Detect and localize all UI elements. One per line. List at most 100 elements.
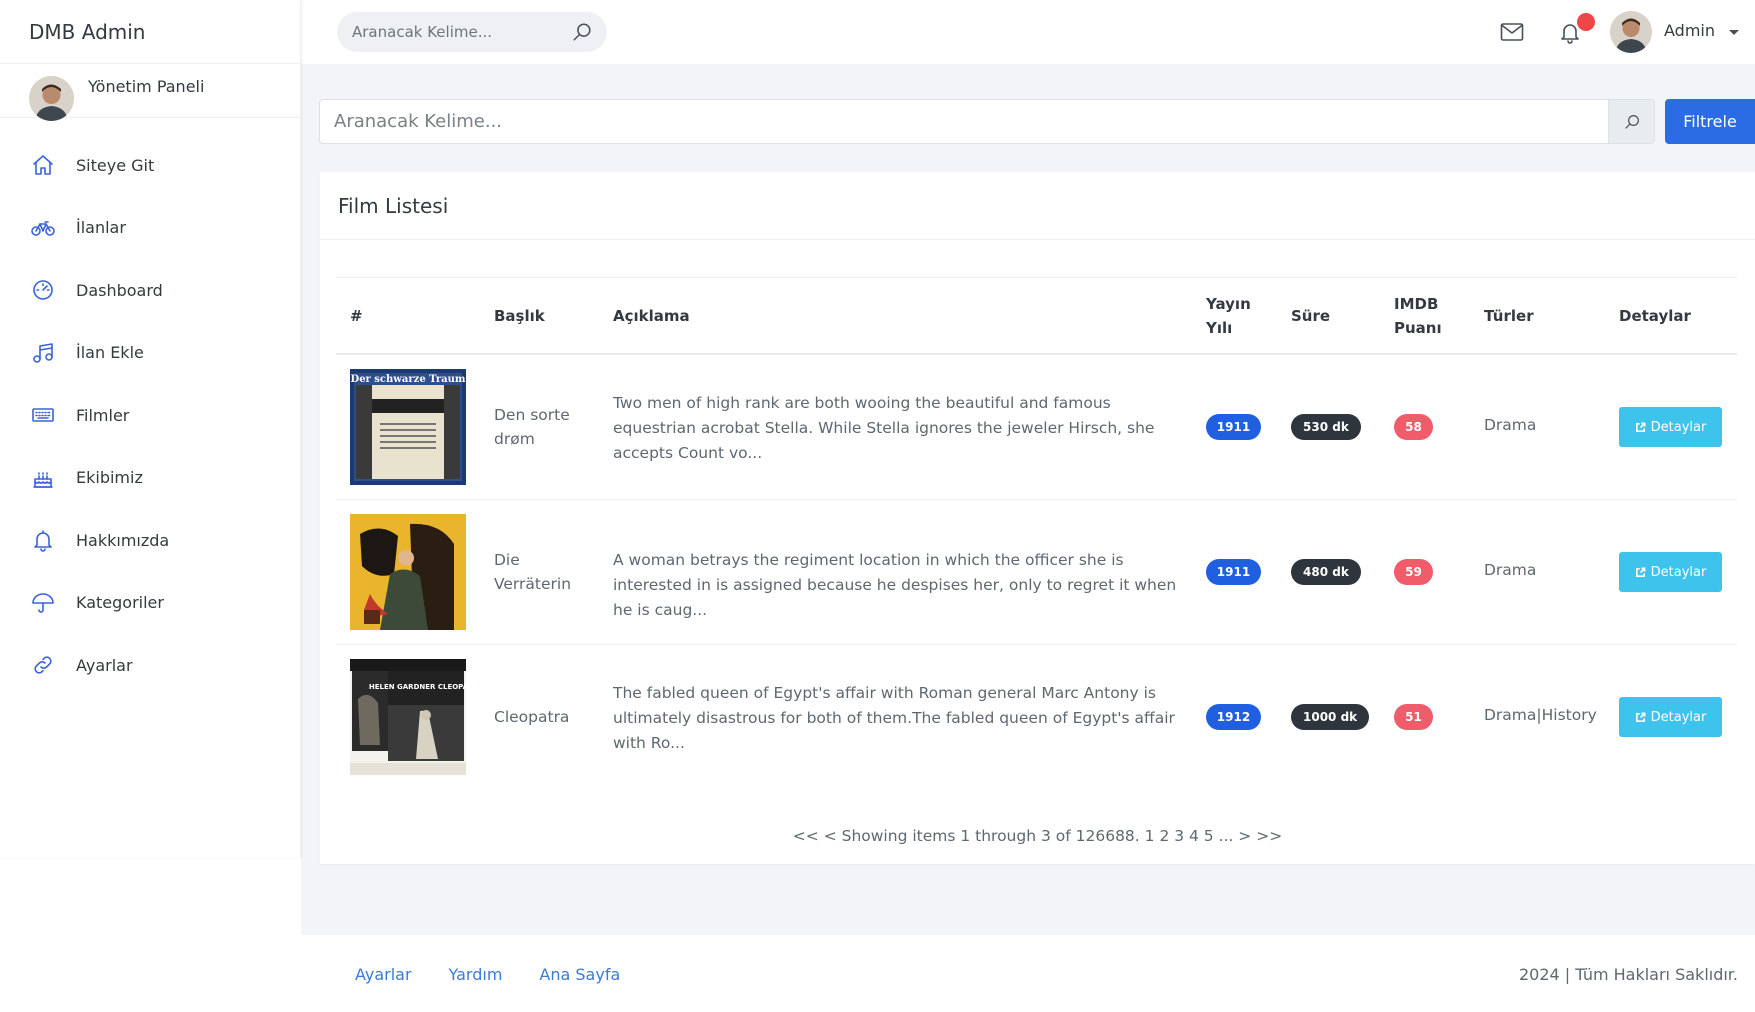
- movie-poster: HELEN GARDNER CLEOPATRA: [350, 659, 466, 775]
- sidebar-item-ilanlar[interactable]: İlanlar: [0, 197, 300, 260]
- duration-badge: 530 dk: [1291, 414, 1361, 440]
- table-row: Der schwarze Traum Den sorte drøm Two me…: [336, 355, 1737, 500]
- movie-genres: Drama: [1484, 561, 1537, 579]
- avatar: [29, 76, 74, 121]
- sidebar-item-ayarlar[interactable]: Ayarlar: [0, 634, 300, 697]
- movie-genres: Drama|History: [1484, 706, 1597, 724]
- sidebar-item-label: Dashboard: [76, 280, 163, 300]
- cake-icon: [30, 465, 56, 491]
- notification-badge: [1577, 13, 1595, 31]
- chevron-down-icon[interactable]: [1729, 30, 1739, 35]
- filter-bar: Filtrele: [319, 99, 1755, 144]
- sidebar-item-ekibimiz[interactable]: Ekibimiz: [0, 447, 300, 510]
- details-button[interactable]: Detaylar: [1619, 697, 1722, 737]
- topbar: Admin: [301, 0, 1755, 64]
- sidebar-item-label: İlan Ekle: [76, 343, 144, 363]
- footer-link-yardim[interactable]: Yardım: [449, 965, 503, 984]
- movie-description: The fabled queen of Egypt's affair with …: [613, 684, 1175, 752]
- movie-title: Cleopatra: [494, 708, 570, 726]
- year-badge: 1911: [1206, 414, 1261, 440]
- music-note-icon: [30, 340, 56, 366]
- imdb-badge: 51: [1394, 704, 1433, 730]
- column-header-index: #: [350, 306, 363, 325]
- gauge-icon: [30, 277, 56, 303]
- filter-search-input[interactable]: [334, 111, 1534, 132]
- column-header-imdb: IMDB Puanı: [1394, 294, 1442, 337]
- column-header-title: Başlık: [494, 306, 545, 325]
- imdb-badge: 58: [1394, 414, 1433, 440]
- table-row: HELEN GARDNER CLEOPATRA Cleopatra The fa…: [336, 645, 1737, 790]
- mail-icon[interactable]: [1500, 22, 1524, 42]
- profile-name: Yönetim Paneli: [88, 77, 205, 96]
- imdb-badge: 59: [1394, 559, 1433, 585]
- filter-button[interactable]: Filtrele: [1665, 99, 1755, 144]
- column-header-description: Açıklama: [613, 306, 690, 325]
- column-header-genres: Türler: [1484, 306, 1534, 325]
- umbrella-icon: [30, 590, 56, 616]
- sidebar-item-label: Ekibimiz: [76, 468, 143, 488]
- external-link-icon: [1635, 712, 1646, 723]
- sidebar-item-label: Ayarlar: [76, 655, 133, 675]
- sidebar-item-filmler[interactable]: Filmler: [0, 384, 300, 447]
- column-header-duration: Süre: [1291, 306, 1331, 325]
- column-header-year: Yayın Yılı: [1206, 294, 1251, 337]
- brand-title[interactable]: DMB Admin: [0, 0, 300, 64]
- sidebar-item-label: Filmler: [76, 405, 130, 425]
- details-button-label: Detaylar: [1650, 564, 1707, 580]
- column-header-details: Detaylar: [1619, 306, 1691, 325]
- footer: Ayarlar Yardım Ana Sayfa 2024 | Tüm Hakl…: [301, 935, 1755, 1012]
- footer-links: Ayarlar Yardım Ana Sayfa: [355, 965, 620, 984]
- external-link-icon: [1635, 422, 1646, 433]
- poster-text: Der schwarze Traum: [351, 374, 466, 385]
- sidebar-item-hakkimizda[interactable]: Hakkımızda: [0, 509, 300, 572]
- footer-link-ana-sayfa[interactable]: Ana Sayfa: [539, 965, 620, 984]
- search-icon: [1624, 114, 1639, 129]
- film-list-card: Film Listesi # Başlık Açıklama Yayın Yıl…: [320, 172, 1755, 864]
- pagination[interactable]: << < Showing items 1 through 3 of 126688…: [320, 827, 1755, 845]
- sidebar-item-label: İlanlar: [76, 218, 126, 238]
- keyboard-icon: [30, 402, 56, 428]
- sidebar-item-label: Kategoriler: [76, 593, 164, 613]
- movie-poster: Der schwarze Traum: [350, 369, 466, 485]
- movie-description: Two men of high rank are both wooing the…: [613, 394, 1155, 462]
- sidebar-item-label: Siteye Git: [76, 155, 155, 175]
- copyright-text: 2024 | Tüm Hakları Saklıdır.: [1518, 965, 1738, 984]
- sidebar: DMB Admin Yönetim Paneli Siteye Git İlan…: [0, 0, 301, 858]
- footer-link-ayarlar[interactable]: Ayarlar: [355, 965, 412, 984]
- bicycle-icon: [30, 215, 56, 241]
- sidebar-item-kategoriler[interactable]: Kategoriler: [0, 572, 300, 635]
- filter-input-wrapper: [319, 99, 1609, 144]
- profile-section: Yönetim Paneli: [0, 64, 300, 121]
- poster-text: HELEN GARDNER CLEOPATRA: [369, 683, 466, 691]
- sidebar-item-siteye-git[interactable]: Siteye Git: [0, 134, 300, 197]
- details-button[interactable]: Detaylar: [1619, 552, 1722, 592]
- movie-description: A woman betrays the regiment location in…: [613, 551, 1177, 619]
- movie-genres: Drama: [1484, 416, 1537, 434]
- duration-badge: 480 dk: [1291, 559, 1361, 585]
- top-search-box: [337, 12, 607, 52]
- sidebar-nav: Siteye Git İlanlar Dashboard İlan Ekle F…: [0, 134, 300, 697]
- duration-badge: 1000 dk: [1291, 704, 1370, 730]
- search-icon[interactable]: [571, 21, 593, 43]
- movie-title: Den sorte drøm: [494, 406, 570, 448]
- external-link-icon: [1635, 567, 1646, 578]
- card-title: Film Listesi: [320, 172, 1755, 240]
- movie-poster: [350, 514, 466, 630]
- sidebar-item-ilan-ekle[interactable]: İlan Ekle: [0, 322, 300, 385]
- user-avatar[interactable]: [1610, 11, 1652, 53]
- details-button-label: Detaylar: [1650, 709, 1707, 725]
- home-icon: [30, 152, 56, 178]
- filter-search-button[interactable]: [1609, 99, 1655, 144]
- sidebar-item-label: Hakkımızda: [76, 530, 170, 550]
- year-badge: 1912: [1206, 704, 1261, 730]
- sidebar-item-dashboard[interactable]: Dashboard: [0, 259, 300, 322]
- main-content: Filtrele Film Listesi # Başlık Açıklama …: [301, 64, 1755, 935]
- table-row: Die Verräterin A woman betrays the regim…: [336, 500, 1737, 645]
- details-button[interactable]: Detaylar: [1619, 407, 1722, 447]
- top-search-input[interactable]: [352, 23, 562, 41]
- bell-icon: [30, 527, 56, 553]
- year-badge: 1911: [1206, 559, 1261, 585]
- user-name[interactable]: Admin: [1664, 21, 1715, 40]
- film-table: # Başlık Açıklama Yayın Yılı Süre IMDB P…: [336, 277, 1737, 790]
- movie-title: Die Verräterin: [494, 551, 572, 593]
